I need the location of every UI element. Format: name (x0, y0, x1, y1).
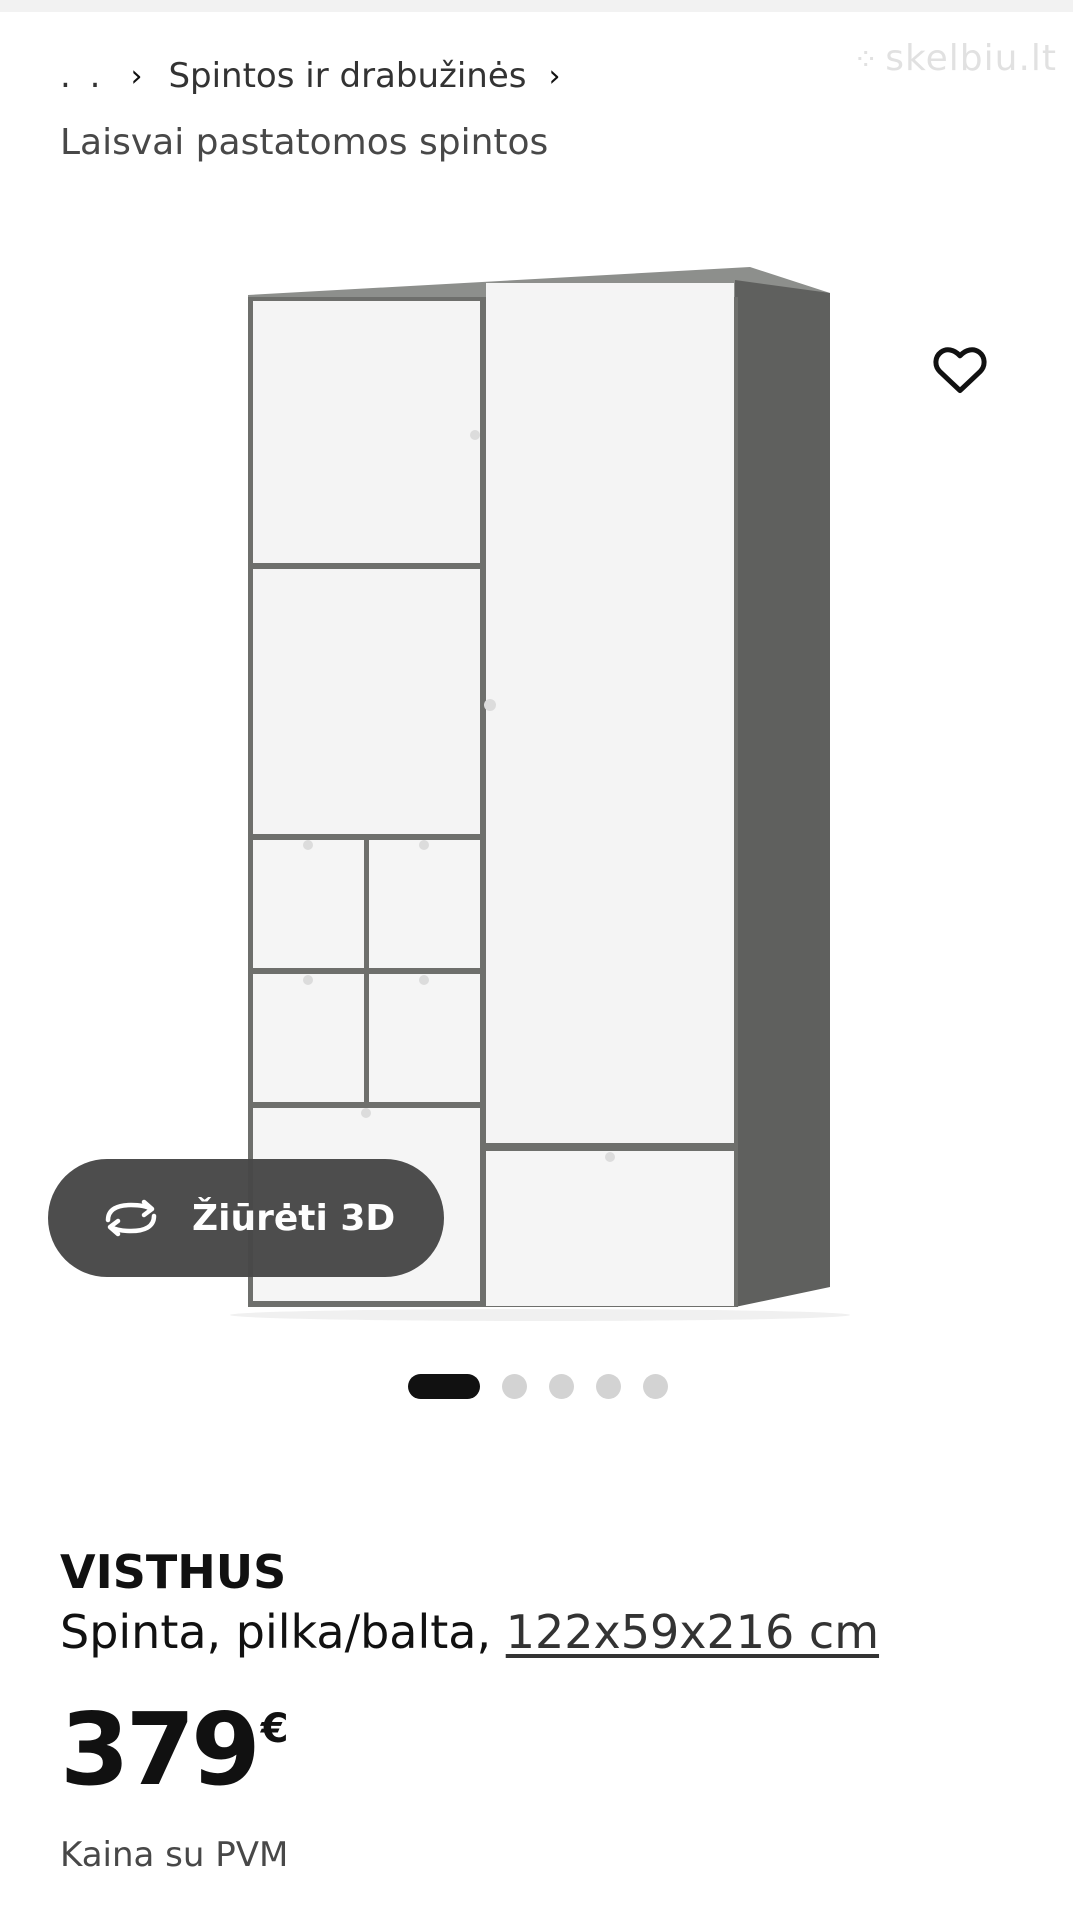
favorite-button[interactable] (924, 333, 996, 405)
view-3d-button[interactable]: Žiūrėti 3D (48, 1159, 444, 1277)
pager-dot-active[interactable] (408, 1374, 480, 1399)
view-3d-label: Žiūrėti 3D (192, 1197, 396, 1239)
product-price: 379 € (60, 1700, 289, 1800)
pager-dot[interactable] (549, 1374, 574, 1399)
rotate-3d-icon (100, 1198, 162, 1238)
product-type-text: Spinta, pilka/balta, (60, 1605, 492, 1659)
breadcrumb: . . › Spintos ir drabužinės › (60, 52, 586, 100)
product-dimensions-link[interactable]: 122x59x216 cm (506, 1605, 879, 1659)
gallery-pager (408, 1374, 668, 1399)
breadcrumb-item-subcategory[interactable]: Laisvai pastatomos spintos (60, 122, 548, 163)
status-strip (0, 0, 1073, 12)
watermark: ⁘ skelbiu.lt (853, 38, 1057, 79)
chevron-right-icon: › (548, 58, 561, 94)
product-name: VISTHUS (60, 1545, 287, 1599)
pager-dot[interactable] (643, 1374, 668, 1399)
product-description: Spinta, pilka/balta, 122x59x216 cm (60, 1605, 879, 1659)
pager-dot[interactable] (502, 1374, 527, 1399)
chevron-right-icon: › (130, 58, 143, 94)
vat-note: Kaina su PVM (60, 1835, 289, 1875)
breadcrumb-item-category[interactable]: Spintos ir drabužinės (168, 56, 526, 96)
price-amount: 379 (60, 1691, 261, 1808)
watermark-logo-icon: ⁘ (853, 43, 880, 78)
breadcrumb-ellipsis[interactable]: . . (60, 56, 104, 96)
watermark-text: skelbiu.lt (885, 38, 1057, 79)
price-currency: € (260, 1706, 289, 1752)
pager-dot[interactable] (596, 1374, 621, 1399)
heart-outline-icon (933, 347, 987, 394)
